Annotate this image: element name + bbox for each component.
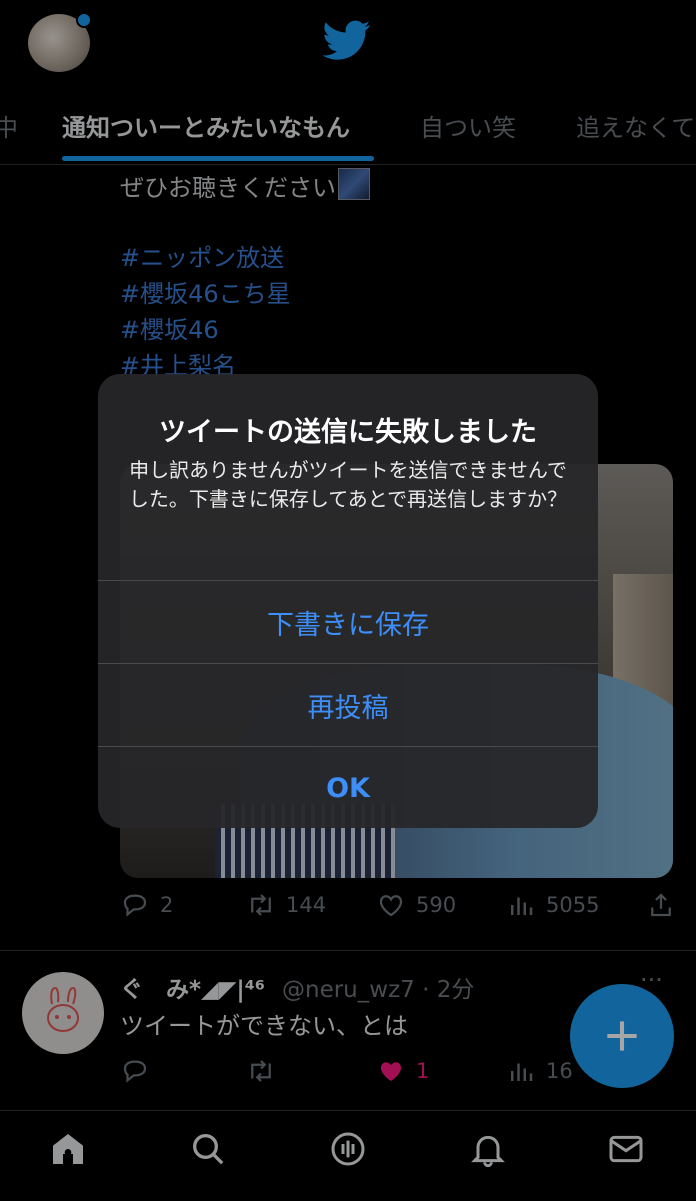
ok-button[interactable]: OK xyxy=(98,746,598,828)
tweet-failed-alert: ツイートの送信に失敗しました 申し訳ありませんがツイートを送信できませんでした。… xyxy=(98,374,598,828)
save-draft-button[interactable]: 下書きに保存 xyxy=(98,580,598,663)
alert-message: 申し訳ありませんがツイートを送信できませんでした。下書きに保存してあとで再送信し… xyxy=(128,458,568,511)
retry-button[interactable]: 再投稿 xyxy=(98,663,598,746)
alert-title: ツイートの送信に失敗しました xyxy=(159,417,537,448)
